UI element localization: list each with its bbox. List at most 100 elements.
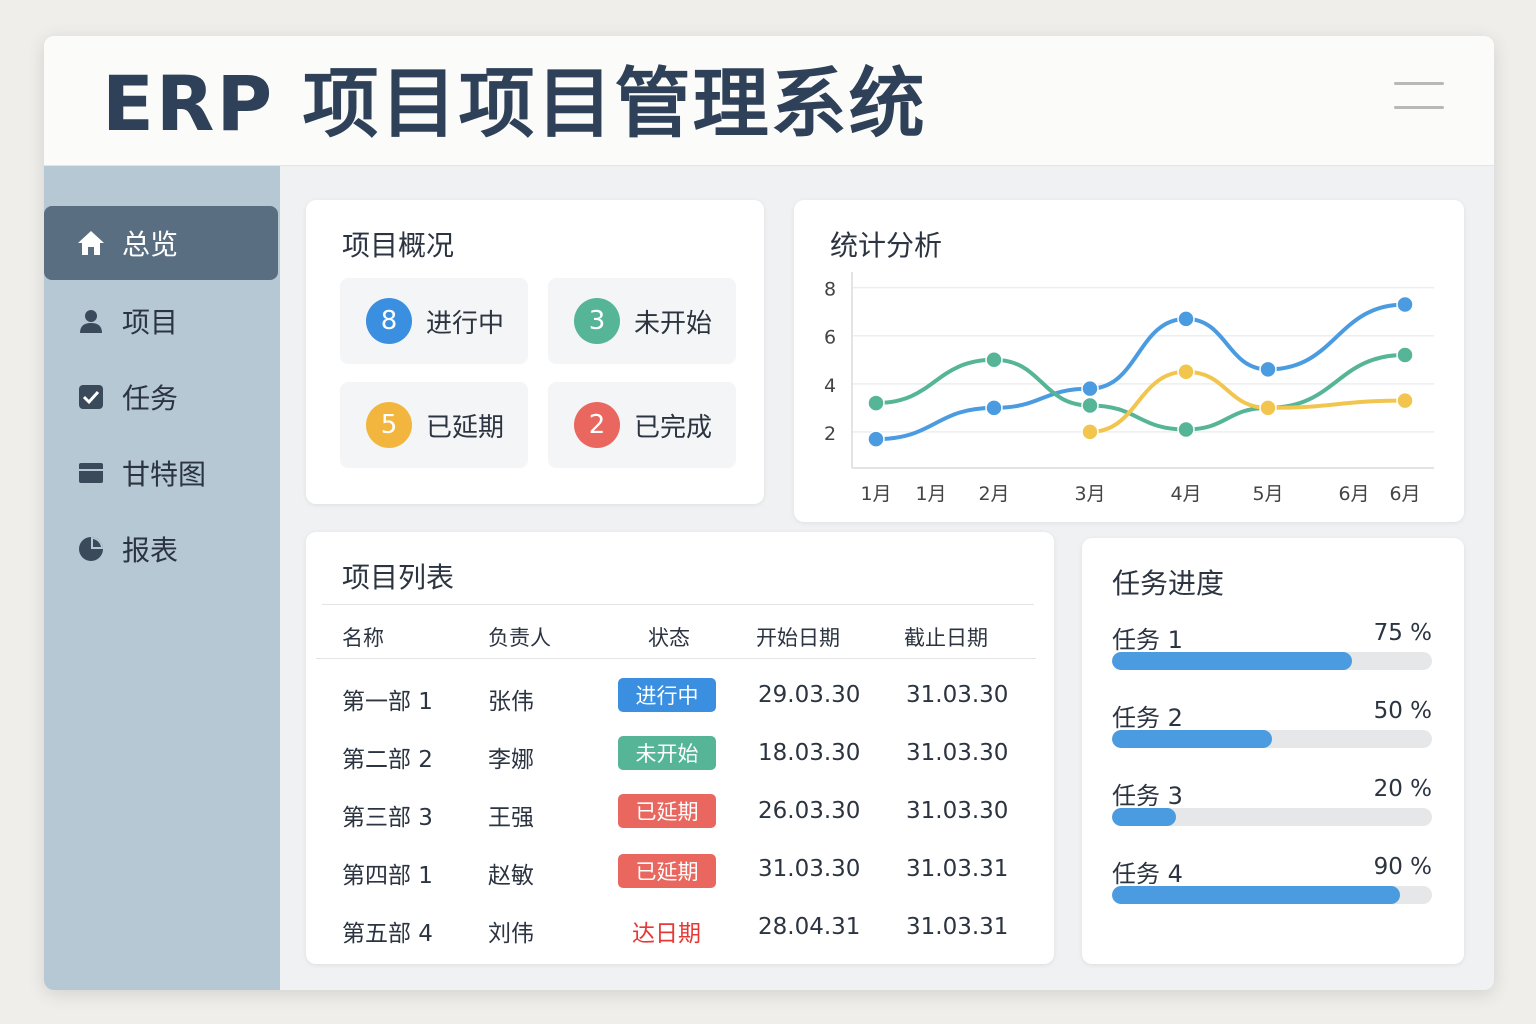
cell-start-date: 29.03.30 [758, 682, 861, 708]
stat-label: 未开始 [634, 308, 713, 339]
data-point [1177, 363, 1195, 381]
cell-name: 第三部 3 [342, 805, 433, 831]
sidebar: 总览 项目 任务 甘特图 报表 [44, 166, 280, 990]
data-point [867, 394, 885, 412]
progress-bar [1112, 730, 1432, 748]
data-point [985, 351, 1003, 369]
divider [322, 604, 1034, 605]
cell-end-date: 31.03.30 [906, 798, 1009, 824]
home-icon [76, 228, 106, 258]
y-tick-label: 2 [824, 423, 836, 445]
x-tick-label: 4月 [1170, 483, 1201, 505]
status-text: 达日期 [632, 921, 701, 947]
sidebar-item-label: 报表 [122, 534, 179, 567]
sidebar-item-projects[interactable]: 项目 [44, 284, 278, 358]
task-label: 任务 2 [1112, 704, 1183, 732]
hamburger-menu-icon[interactable] [1394, 82, 1444, 112]
overview-card: 项目概况 8 进行中 3 未开始 5 已延期 2 已完成 [306, 200, 764, 504]
stat-delayed[interactable]: 5 已延期 [340, 382, 528, 468]
sidebar-item-reports[interactable]: 报表 [44, 512, 278, 586]
data-point [1396, 391, 1414, 410]
series-line [874, 352, 1407, 432]
sidebar-item-tasks[interactable]: 任务 [44, 360, 278, 434]
cell-owner: 赵敏 [488, 863, 534, 889]
header: ERP 项目项目管理系统 [44, 36, 1494, 166]
stat-count: 8 [366, 298, 412, 344]
data-point [1259, 399, 1277, 417]
progress-bar [1112, 808, 1432, 826]
data-point [867, 430, 885, 448]
task-percent: 50 % [1373, 698, 1432, 724]
progress-bar [1112, 652, 1432, 670]
cell-name: 第四部 1 [342, 863, 433, 889]
task-label: 任务 3 [1112, 782, 1183, 810]
cell-owner: 刘伟 [488, 921, 534, 947]
x-tick-label: 1月 [860, 483, 891, 505]
column-header-owner: 负责人 [488, 626, 551, 650]
cell-start-date: 31.03.30 [758, 856, 861, 882]
gantt-icon [76, 458, 106, 488]
x-tick-label: 6月 [1338, 483, 1369, 505]
cell-end-date: 31.03.31 [906, 856, 1009, 882]
progress-fill [1112, 730, 1272, 748]
sidebar-item-label: 项目 [122, 306, 179, 339]
task-progress-card: 任务进度 任务 1 75 % 任务 2 50 % 任务 3 20 % 任务 4 … [1082, 538, 1464, 964]
divider [316, 658, 1036, 659]
task-progress-title: 任务进度 [1112, 567, 1225, 600]
data-point [1081, 423, 1099, 441]
cell-start-date: 26.03.30 [758, 798, 861, 824]
data-point [1081, 396, 1099, 415]
y-tick-label: 8 [824, 279, 836, 301]
data-point [1396, 346, 1414, 364]
data-point [1177, 310, 1195, 328]
stat-not-started[interactable]: 3 未开始 [548, 278, 736, 364]
x-tick-label: 1月 [915, 483, 946, 505]
stat-completed[interactable]: 2 已完成 [548, 382, 736, 468]
cell-owner: 张伟 [488, 689, 534, 715]
sidebar-item-label: 总览 [122, 228, 179, 261]
x-tick-label: 6月 [1389, 483, 1420, 505]
checkbox-icon [76, 382, 106, 412]
cell-name: 第二部 2 [342, 747, 433, 773]
task-label: 任务 4 [1112, 860, 1183, 888]
progress-fill [1112, 808, 1176, 826]
sidebar-item-overview[interactable]: 总览 [44, 206, 278, 280]
data-point [985, 399, 1003, 417]
data-point [1177, 420, 1195, 439]
stat-label: 已完成 [634, 412, 713, 443]
user-icon [76, 306, 106, 336]
line-chart: 2 4 6 8 1月 1月 2月 3月 4月 5月 6月 6月 [824, 272, 1434, 505]
task-percent: 20 % [1373, 776, 1432, 802]
task-percent: 90 % [1373, 854, 1432, 880]
column-header-start-date: 开始日期 [756, 626, 840, 650]
column-header-name: 名称 [342, 626, 384, 650]
status-badge: 未开始 [618, 736, 716, 770]
stat-count: 2 [574, 402, 620, 448]
column-header-status: 状态 [648, 626, 690, 650]
status-badge: 进行中 [618, 678, 716, 712]
stat-label: 进行中 [426, 308, 505, 339]
sidebar-item-label: 任务 [122, 382, 179, 415]
progress-fill [1112, 886, 1400, 904]
cell-end-date: 31.03.30 [906, 682, 1009, 708]
status-badge: 已延期 [618, 794, 716, 828]
cell-start-date: 18.03.30 [758, 740, 861, 766]
cell-name: 第一部 1 [342, 689, 433, 715]
progress-fill [1112, 652, 1352, 670]
cell-owner: 王强 [488, 805, 534, 831]
data-point [1259, 360, 1277, 379]
pie-chart-icon [76, 534, 106, 564]
cell-start-date: 28.04.31 [758, 914, 861, 940]
stat-in-progress[interactable]: 8 进行中 [340, 278, 528, 364]
stat-label: 已延期 [426, 412, 505, 443]
cell-end-date: 31.03.31 [906, 914, 1009, 940]
y-tick-label: 6 [824, 327, 836, 349]
sidebar-item-label: 甘特图 [122, 458, 207, 491]
app-window: ERP 项目项目管理系统 总览 项目 任务 甘特图 报表 项目概况 8 进行中 … [44, 36, 1494, 990]
cell-owner: 李娜 [488, 747, 534, 773]
task-label: 任务 1 [1112, 626, 1183, 654]
data-point [1396, 295, 1414, 314]
status-badge: 已延期 [618, 854, 716, 888]
sidebar-item-gantt[interactable]: 甘特图 [44, 436, 278, 510]
cell-name: 第五部 4 [342, 921, 433, 947]
